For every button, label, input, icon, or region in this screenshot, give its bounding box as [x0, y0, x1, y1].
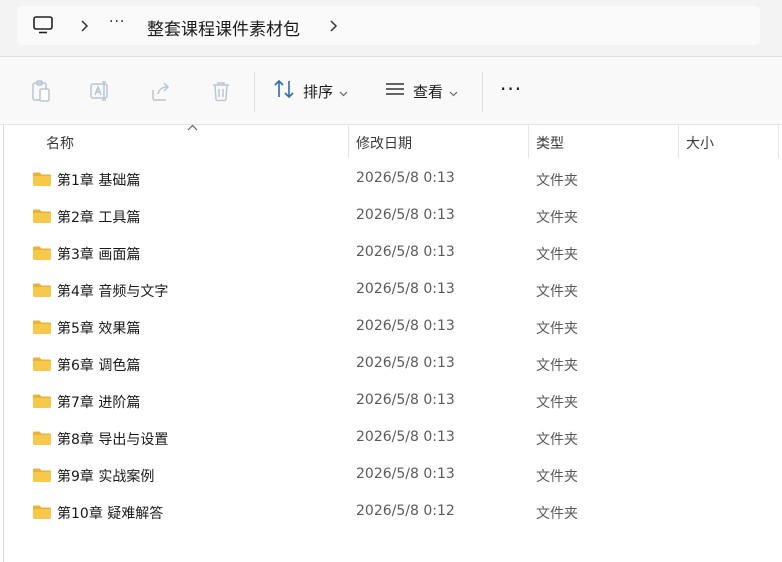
column-divider[interactable] — [528, 125, 529, 158]
folder-icon — [32, 467, 52, 483]
file-date: 2026/5/8 0:13 — [356, 466, 455, 482]
file-date: 2026/5/8 0:13 — [356, 429, 455, 445]
file-row[interactable]: 第4章 音频与文字 2026/5/8 0:13 文件夹 — [0, 274, 782, 311]
delete-icon[interactable] — [210, 80, 232, 102]
column-divider[interactable] — [778, 125, 779, 158]
column-header-size[interactable]: 大小 — [686, 133, 714, 153]
chevron-down-icon — [339, 82, 348, 101]
file-name: 第2章 工具篇 — [57, 210, 141, 226]
file-type: 文件夹 — [536, 358, 578, 374]
chevron-right-icon[interactable] — [328, 18, 338, 37]
column-header-type[interactable]: 类型 — [536, 133, 564, 153]
sort-icon — [273, 79, 295, 103]
folder-icon — [32, 393, 52, 409]
this-pc-icon[interactable] — [33, 16, 53, 38]
file-name: 第7章 进阶篇 — [57, 395, 141, 411]
share-icon[interactable] — [150, 80, 172, 102]
toolbar-divider — [482, 72, 483, 112]
file-type: 文件夹 — [536, 469, 578, 485]
folder-icon — [32, 208, 52, 224]
chevron-right-icon[interactable] — [79, 18, 89, 37]
folder-icon — [32, 171, 52, 187]
breadcrumb-current-folder[interactable]: 整套课程课件素材包 — [147, 15, 300, 40]
file-name: 第4章 音频与文字 — [57, 284, 169, 300]
file-row[interactable]: 第3章 画面篇 2026/5/8 0:13 文件夹 — [0, 237, 782, 274]
file-type: 文件夹 — [536, 284, 578, 300]
file-name: 第1章 基础篇 — [57, 173, 141, 189]
toolbar-divider — [254, 72, 255, 112]
file-row[interactable]: 第6章 调色篇 2026/5/8 0:13 文件夹 — [0, 348, 782, 385]
folder-icon — [32, 319, 52, 335]
more-options-button[interactable]: ··· — [500, 79, 522, 99]
file-name: 第8章 导出与设置 — [57, 432, 169, 448]
folder-icon — [32, 356, 52, 372]
file-row[interactable]: 第8章 导出与设置 2026/5/8 0:13 文件夹 — [0, 422, 782, 459]
column-divider[interactable] — [348, 125, 349, 158]
file-type: 文件夹 — [536, 432, 578, 448]
file-row[interactable]: 第1章 基础篇 2026/5/8 0:13 文件夹 — [0, 163, 782, 200]
column-header-row: 名称 修改日期 类型 大小 — [0, 124, 782, 158]
folder-icon — [32, 245, 52, 261]
path-overflow-button[interactable]: ··· — [109, 14, 125, 30]
command-bar: 排序 查看 ··· — [0, 57, 782, 125]
file-type: 文件夹 — [536, 395, 578, 411]
sort-label: 排序 — [303, 82, 334, 101]
file-name: 第10章 疑难解答 — [57, 506, 164, 522]
view-label: 查看 — [413, 82, 444, 101]
file-type: 文件夹 — [536, 506, 578, 522]
file-type: 文件夹 — [536, 321, 578, 337]
file-date: 2026/5/8 0:13 — [356, 281, 455, 297]
sort-ascending-icon — [187, 121, 198, 134]
sort-button[interactable]: 排序 — [273, 79, 348, 103]
file-date: 2026/5/8 0:13 — [356, 170, 455, 186]
file-row[interactable]: 第2章 工具篇 2026/5/8 0:13 文件夹 — [0, 200, 782, 237]
file-row[interactable]: 第7章 进阶篇 2026/5/8 0:13 文件夹 — [0, 385, 782, 422]
folder-icon — [32, 430, 52, 446]
file-name: 第6章 调色篇 — [57, 358, 141, 374]
column-divider[interactable] — [678, 125, 679, 158]
file-name: 第9章 实战案例 — [57, 469, 155, 485]
file-date: 2026/5/8 0:13 — [356, 392, 455, 408]
file-date: 2026/5/8 0:13 — [356, 355, 455, 371]
file-date: 2026/5/8 0:13 — [356, 244, 455, 260]
file-row[interactable]: 第10章 疑难解答 2026/5/8 0:12 文件夹 — [0, 496, 782, 533]
file-name: 第3章 画面篇 — [57, 247, 141, 263]
chevron-down-icon — [449, 82, 458, 101]
column-header-date[interactable]: 修改日期 — [356, 133, 412, 153]
view-button[interactable]: 查看 — [385, 79, 458, 103]
column-header-name[interactable]: 名称 — [46, 133, 74, 153]
file-date: 2026/5/8 0:13 — [356, 318, 455, 334]
file-date: 2026/5/8 0:12 — [356, 503, 455, 519]
view-icon — [385, 81, 405, 101]
rename-icon[interactable] — [89, 80, 111, 102]
address-bar-area: ··· 整套课程课件素材包 — [0, 0, 782, 57]
file-list: 名称 修改日期 类型 大小 第1章 基础篇 2026/5/8 0:13 文件夹 第2章… — [0, 124, 782, 562]
file-type: 文件夹 — [536, 173, 578, 189]
file-row[interactable]: 第5章 效果篇 2026/5/8 0:13 文件夹 — [0, 311, 782, 348]
folder-icon — [32, 282, 52, 298]
file-name: 第5章 效果篇 — [57, 321, 141, 337]
paste-icon[interactable] — [30, 80, 52, 102]
file-date: 2026/5/8 0:13 — [356, 207, 455, 223]
address-bar[interactable]: ··· 整套课程课件素材包 — [17, 6, 760, 45]
file-row[interactable]: 第9章 实战案例 2026/5/8 0:13 文件夹 — [0, 459, 782, 496]
file-type: 文件夹 — [536, 247, 578, 263]
file-type: 文件夹 — [536, 210, 578, 226]
folder-icon — [32, 504, 52, 520]
